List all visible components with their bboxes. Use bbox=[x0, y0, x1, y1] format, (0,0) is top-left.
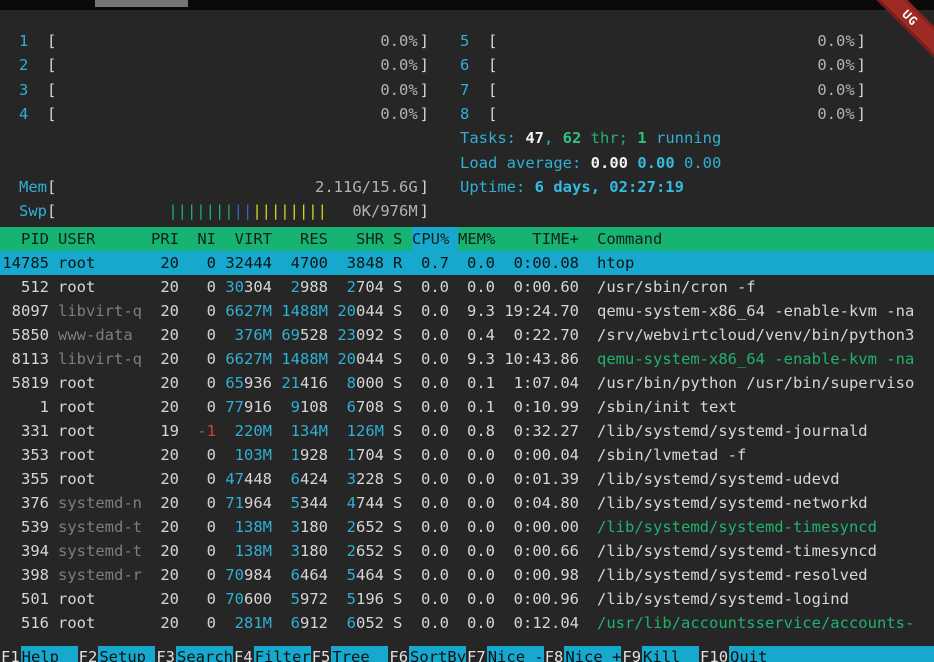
fn-key-label: Filter bbox=[254, 646, 311, 662]
column-header-res[interactable]: RES bbox=[281, 227, 328, 251]
debug-ribbon: UG bbox=[872, 0, 934, 62]
cpu-meter-8: 8[ 0.0% ] bbox=[460, 102, 866, 126]
table-header-row: PID USER PRI NI VIRT RES SHR S CPU% MEM%… bbox=[0, 227, 934, 251]
htop-terminal-window: 1[ 0.0% ] 2[ 0.0% ] 3[ 0.0% ] 4[ 0.0% ] … bbox=[0, 0, 934, 662]
fn-key-number: F8 bbox=[544, 646, 565, 662]
swap-meter-label: Swp bbox=[19, 199, 47, 223]
tasks-summary: Tasks: 47, 62 thr; 1 running bbox=[460, 126, 866, 150]
fn-key-number: F4 bbox=[233, 646, 254, 662]
function-key-bar: F1Help F2Setup F3Search F4Filter F5Tree … bbox=[0, 646, 934, 662]
cpu-meter-3: 3[ 0.0% ] bbox=[19, 78, 429, 102]
column-header-cpu-sorted[interactable]: CPU% bbox=[412, 227, 458, 251]
fn-key-label: SortBy bbox=[409, 646, 466, 662]
process-row[interactable]: 331 root 19 -1 220M 134M 126M S 0.0 0.8 … bbox=[0, 419, 934, 443]
cpu-meter-7: 7[ 0.0% ] bbox=[460, 78, 866, 102]
swap-meter: Swp[ 0K/976M ] bbox=[19, 151, 429, 175]
swap-meter-value: 0K/976M bbox=[352, 199, 417, 223]
process-row[interactable]: 355 root 20 0 47448 6424 3228 S 0.0 0.0 … bbox=[0, 467, 934, 491]
memory-meter: Mem[ ||||||||||||||||| 2.11G/15.6G ] bbox=[19, 126, 429, 150]
fnkey-f1-help[interactable]: F1Help bbox=[0, 646, 78, 662]
fnkey-f3-search[interactable]: F3Search bbox=[155, 646, 233, 662]
fn-key-number: F5 bbox=[311, 646, 332, 662]
fn-key-label: Help bbox=[21, 646, 78, 662]
column-header-time[interactable]: TIME+ bbox=[504, 227, 579, 251]
process-row[interactable]: 353 root 20 0 103M 1928 1704 S 0.0 0.0 0… bbox=[0, 443, 934, 467]
cpu-meter-2: 2[ 0.0% ] bbox=[19, 53, 429, 77]
fn-key-label: Quit bbox=[729, 646, 934, 662]
column-header-virt[interactable]: VIRT bbox=[225, 227, 272, 251]
process-table: PID USER PRI NI VIRT RES SHR S CPU% MEM%… bbox=[0, 227, 934, 635]
window-tab bbox=[95, 0, 188, 7]
process-row[interactable]: 5850 www-data 20 0 376M 69528 23092 S 0.… bbox=[0, 323, 934, 347]
fn-key-number: F10 bbox=[699, 646, 729, 662]
fn-key-label: Nice - bbox=[487, 646, 544, 662]
process-row[interactable]: 394 systemd-t 20 0 138M 3180 2652 S 0.0 … bbox=[0, 539, 934, 563]
fn-key-label: Tree bbox=[331, 646, 388, 662]
fnkey-f4-filter[interactable]: F4Filter bbox=[233, 646, 311, 662]
fn-key-number: F9 bbox=[621, 646, 642, 662]
fn-key-label: Kill bbox=[642, 646, 699, 662]
bracket-open: [ bbox=[47, 199, 56, 223]
process-row[interactable]: 8097 libvirt-q 20 0 6627M 1488M 20044 S … bbox=[0, 299, 934, 323]
process-row[interactable]: 539 systemd-t 20 0 138M 3180 2652 S 0.0 … bbox=[0, 515, 934, 539]
process-row[interactable]: 516 root 20 0 281M 6912 6052 S 0.0 0.0 0… bbox=[0, 611, 934, 635]
terminal-viewport: 1[ 0.0% ] 2[ 0.0% ] 3[ 0.0% ] 4[ 0.0% ] … bbox=[0, 10, 934, 658]
fnkey-f8-nice[interactable]: F8Nice + bbox=[544, 646, 622, 662]
cpu-meter-4: 4[ 0.0% ] bbox=[19, 102, 429, 126]
cpu-meter-1: 1[ 0.0% ] bbox=[19, 29, 429, 53]
process-row[interactable]: 376 systemd-n 20 0 71964 5344 4744 S 0.0… bbox=[0, 491, 934, 515]
fnkey-f2-setup[interactable]: F2Setup bbox=[78, 646, 156, 662]
process-row[interactable]: 1 root 20 0 77916 9108 6708 S 0.0 0.1 0:… bbox=[0, 395, 934, 419]
fnkey-f9-kill[interactable]: F9Kill bbox=[621, 646, 699, 662]
cpu-meter-5: 5[ 0.0% ] bbox=[460, 29, 866, 53]
fn-key-number: F3 bbox=[155, 646, 176, 662]
process-row[interactable]: 512 root 20 0 30304 2988 2704 S 0.0 0.0 … bbox=[0, 275, 934, 299]
column-header-pri[interactable]: PRI bbox=[151, 227, 179, 251]
fn-key-number: F2 bbox=[78, 646, 99, 662]
bracket-close: ] bbox=[420, 199, 429, 223]
column-header-state[interactable]: S bbox=[393, 227, 403, 251]
process-row[interactable]: 398 systemd-r 20 0 70984 6464 5464 S 0.0… bbox=[0, 563, 934, 587]
column-header-command[interactable]: Command bbox=[597, 227, 934, 251]
fn-key-label: Nice + bbox=[564, 646, 621, 662]
fn-key-number: F7 bbox=[466, 646, 487, 662]
fnkey-f5-tree[interactable]: F5Tree bbox=[311, 646, 389, 662]
process-row[interactable]: 5819 root 20 0 65936 21416 8000 S 0.0 0.… bbox=[0, 371, 934, 395]
window-top-strip bbox=[0, 0, 934, 10]
process-rows: 14785 root 20 0 32444 4700 3848 R 0.7 0.… bbox=[0, 251, 934, 635]
fnkey-f10-quit[interactable]: F10Quit bbox=[699, 646, 934, 662]
fnkey-f6-sortby[interactable]: F6SortBy bbox=[388, 646, 466, 662]
load-average: Load average: 0.00 0.00 0.00 bbox=[460, 151, 866, 175]
fnkey-f7-nice[interactable]: F7Nice - bbox=[466, 646, 544, 662]
process-row[interactable]: 14785 root 20 0 32444 4700 3848 R 0.7 0.… bbox=[0, 251, 934, 275]
cpu-meter-6: 6[ 0.0% ] bbox=[460, 53, 866, 77]
column-header-ni[interactable]: NI bbox=[188, 227, 216, 251]
uptime: Uptime: 6 days, 02:27:19 bbox=[460, 175, 866, 199]
fn-key-number: F1 bbox=[0, 646, 21, 662]
column-header-user[interactable]: USER bbox=[58, 227, 142, 251]
fn-key-label: Setup bbox=[98, 646, 155, 662]
process-row[interactable]: 501 root 20 0 70600 5972 5196 S 0.0 0.0 … bbox=[0, 587, 934, 611]
process-row[interactable]: 8113 libvirt-q 20 0 6627M 1488M 20044 S … bbox=[0, 347, 934, 371]
column-header-mem[interactable]: MEM% bbox=[458, 227, 495, 251]
corner-ribbon-box: UG bbox=[872, 0, 934, 62]
fn-key-number: F6 bbox=[388, 646, 409, 662]
column-header-shr[interactable]: SHR bbox=[337, 227, 384, 251]
column-header-pid[interactable]: PID bbox=[2, 227, 49, 251]
fn-key-label: Search bbox=[176, 646, 233, 662]
